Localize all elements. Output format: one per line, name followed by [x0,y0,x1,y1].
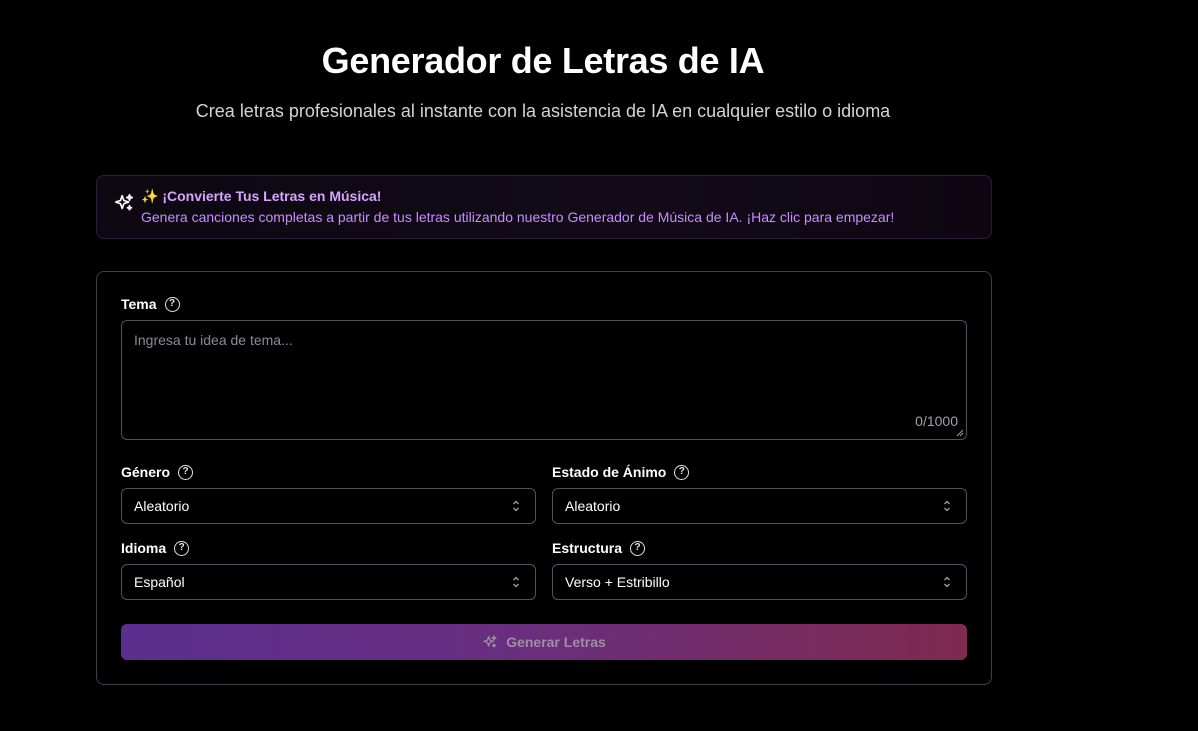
promo-title: ✨ ¡Convierte Tus Letras en Música! [141,188,382,204]
mood-label-text: Estado de Ánimo [552,464,667,480]
music-generator-promo-banner[interactable]: ✨ ¡Convierte Tus Letras en Música! Gener… [96,175,992,239]
page-subtitle: Crea letras profesionales al instante co… [195,101,891,121]
help-circle-icon[interactable]: ? [174,540,190,556]
mood-label: Estado de Ánimo ? [552,464,690,480]
structure-value: Verso + Estribillo [565,574,670,590]
genre-label: Género ? [121,464,194,480]
help-circle-icon[interactable]: ? [178,464,194,480]
lyrics-form-card: Tema ? Ingresa tu idea de tema... 0/1000… [96,271,992,685]
sparkles-icon [114,193,134,211]
wand-sparkles-icon [483,635,497,648]
mood-value: Aleatorio [565,498,621,514]
theme-label: Tema ? [121,296,180,312]
structure-select[interactable]: Verso + Estribillo [552,564,967,600]
theme-textarea[interactable]: Ingresa tu idea de tema... 0/1000 [121,320,967,440]
language-value: Español [134,574,185,590]
resize-grip-icon[interactable] [956,429,964,437]
help-circle-icon[interactable]: ? [674,464,690,480]
promo-description: Genera canciones completas a partir de t… [141,209,895,225]
help-circle-icon[interactable]: ? [630,540,646,556]
chevrons-up-down-icon [944,500,950,512]
theme-placeholder: Ingresa tu idea de tema... [134,332,293,348]
help-circle-icon[interactable]: ? [164,296,180,312]
chevrons-up-down-icon [944,576,950,588]
structure-label: Estructura ? [552,540,646,556]
mood-select[interactable]: Aleatorio [552,488,967,524]
page-title: Generador de Letras de IA [321,40,765,81]
genre-label-text: Género [121,464,171,480]
genre-select[interactable]: Aleatorio [121,488,536,524]
chevrons-up-down-icon [513,500,519,512]
language-label: Idioma ? [121,540,190,556]
generate-button-label: Generar Letras [506,634,606,650]
language-select[interactable]: Español [121,564,536,600]
structure-label-text: Estructura [552,540,623,556]
theme-label-text: Tema [121,296,157,312]
character-counter: 0/1000 [915,413,958,429]
genre-value: Aleatorio [134,498,190,514]
generate-lyrics-button[interactable]: Generar Letras [121,624,967,660]
chevrons-up-down-icon [513,576,519,588]
language-label-text: Idioma [121,540,167,556]
